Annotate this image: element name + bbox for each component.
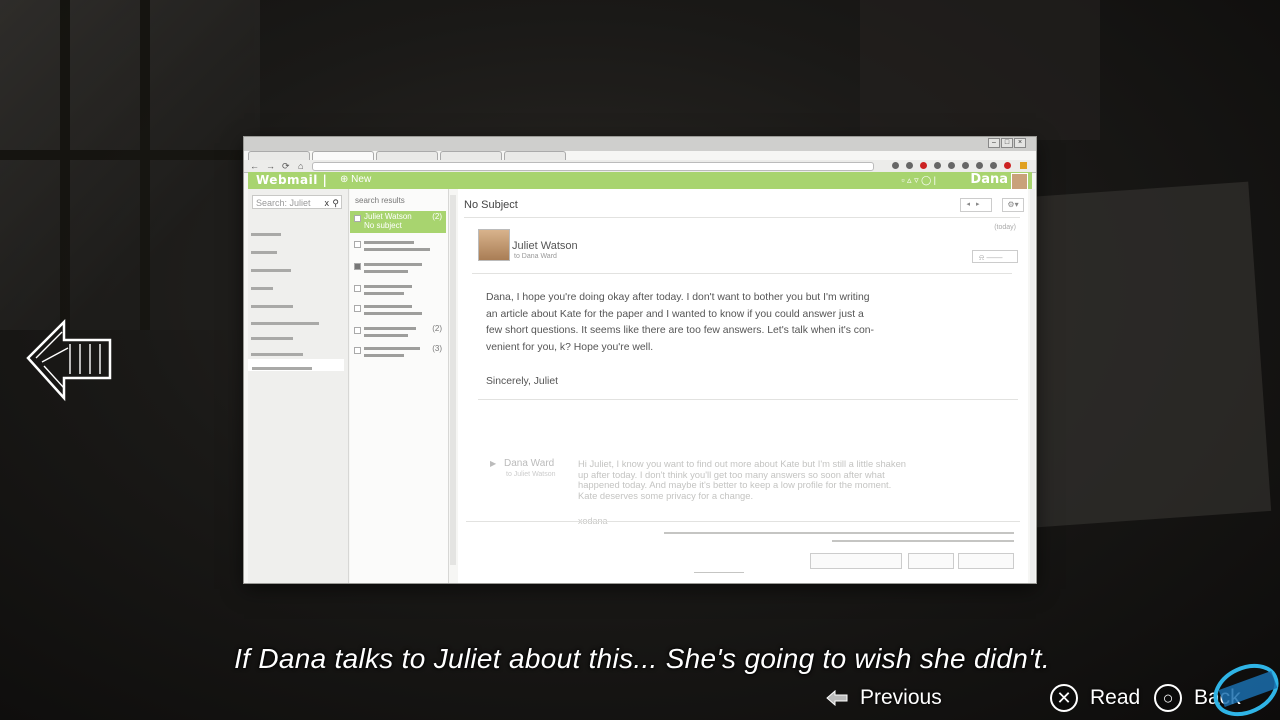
extension-icon[interactable] [920,162,927,169]
background-shelf [860,0,1100,140]
search-results-label: search results [355,196,405,205]
divider [464,217,1020,218]
forward-nav-icon[interactable]: → [266,161,275,171]
url-field[interactable] [312,162,874,171]
extension-icon[interactable] [962,162,969,169]
result-count: (2) [432,212,442,221]
browser-titlebar: – □ × [244,137,1036,151]
row-checkbox[interactable] [354,215,361,222]
result-row[interactable] [350,301,446,323]
cross-button-icon[interactable]: ✕ [1050,684,1078,712]
folder-item[interactable] [251,345,303,357]
result-subject: No subject [364,221,402,230]
row-checkbox[interactable] [354,305,361,312]
divider [466,521,1020,522]
footer-button[interactable] [810,553,902,569]
footer-text [694,572,744,573]
gear-icon[interactable]: ⚙▾ [1002,198,1024,212]
folder-item[interactable] [251,225,281,237]
user-name: Dana [970,172,1008,187]
dialogue-subtitle: If Dana talks to Juliet about this... Sh… [234,643,1050,674]
previous-arrow-icon[interactable] [826,690,848,706]
background-poster [998,181,1272,529]
message-scrollbar[interactable] [1030,189,1035,583]
new-message-button[interactable]: ⊕ New [340,174,371,185]
circle-button-icon[interactable]: ○ [1154,684,1182,712]
channel-logo [1213,663,1279,717]
expand-arrow-icon[interactable]: ▶ [490,459,496,468]
webmail-header: Webmail | ⊕ New ▫ ▵ ▿ ◯ | Dana [248,172,1032,190]
message-body: Dana, I hope you're doing okay after tod… [486,292,875,353]
message-date: (today) [994,224,1016,231]
footer-text [832,540,1014,542]
row-checkbox[interactable] [354,263,361,270]
message-pane: No Subject ◂▸ ⚙▾ Juliet Watson to Dana W… [458,189,1028,583]
close-icon[interactable]: × [1014,138,1026,148]
sender-recipient: to Dana Ward [514,253,557,260]
result-row[interactable]: (3) [350,343,446,365]
home-icon[interactable]: ⌂ [298,161,303,171]
read-prompt[interactable]: Read [1090,684,1140,712]
results-scrollbar[interactable] [450,195,456,565]
result-from: Juliet Watson [364,212,412,221]
user-avatar[interactable] [1011,173,1028,190]
extension-icon[interactable] [990,162,997,169]
result-row[interactable] [350,281,446,303]
reply-button[interactable]: ⍾ —— [972,250,1018,263]
sender-avatar [478,229,510,261]
minimize-icon[interactable]: – [988,138,1000,148]
result-row[interactable] [350,259,446,281]
sender-name: Juliet Watson [512,240,578,252]
background-window [0,0,260,330]
folder-item-selected[interactable] [248,359,344,371]
search-results-list: search results Juliet Watson No subject … [350,189,449,583]
maximize-icon[interactable]: □ [1001,138,1013,148]
footer-button[interactable] [908,553,954,569]
extension-icon[interactable] [892,162,899,169]
extension-icon[interactable] [1004,162,1011,169]
result-row[interactable]: Juliet Watson No subject (2) [350,211,446,233]
folder-sidebar: Search: Juliet x ⚲ [248,189,349,583]
row-checkbox[interactable] [354,327,361,334]
extension-icon[interactable] [934,162,941,169]
row-checkbox[interactable] [354,285,361,292]
reload-icon[interactable]: ⟳ [282,161,290,172]
folder-item[interactable] [251,297,293,309]
folder-item[interactable] [251,329,293,341]
back-arrow-icon[interactable] [24,318,114,402]
divider [478,399,1018,400]
quoted-recipient: to Juliet Watson [506,471,556,478]
clear-search-icon[interactable]: x [325,196,330,210]
row-checkbox[interactable] [354,347,361,354]
browser-window: – □ × ← → ⟳ ⌂ Webmail | ⊕ New ▫ ▵ ▿ ◯ | … [244,137,1036,583]
footer-button[interactable] [958,553,1014,569]
result-count: (3) [432,344,442,353]
result-count: (2) [432,324,442,333]
quoted-text: Hi Juliet, I know you want to find out m… [578,458,906,501]
quoted-sender: Dana Ward [504,458,555,469]
search-icon[interactable]: ⚲ [332,196,339,210]
message-signoff: Sincerely, Juliet [486,376,558,387]
header-tool-icons[interactable]: ▫ ▵ ▿ ◯ | [901,175,936,186]
extension-icon[interactable] [906,162,913,169]
back-nav-icon[interactable]: ← [250,161,259,171]
folder-item[interactable] [251,279,273,291]
webmail-logo: Webmail | [256,173,328,187]
message-nav-arrows[interactable]: ◂▸ [960,198,992,212]
folder-item[interactable] [251,243,277,255]
extension-icon[interactable] [948,162,955,169]
extension-icon[interactable] [976,162,983,169]
previous-prompt[interactable]: Previous [860,684,942,712]
folder-item[interactable] [251,261,291,273]
footer-text [664,532,1014,534]
search-input[interactable]: Search: Juliet x ⚲ [252,195,342,209]
menu-icon[interactable] [1020,162,1027,169]
result-row[interactable] [350,237,446,259]
result-row[interactable]: (2) [350,323,446,345]
message-subject: No Subject [464,199,518,211]
divider [472,273,1012,274]
search-value: Search: Juliet [256,198,311,208]
folder-item[interactable] [251,314,319,326]
row-checkbox[interactable] [354,241,361,248]
